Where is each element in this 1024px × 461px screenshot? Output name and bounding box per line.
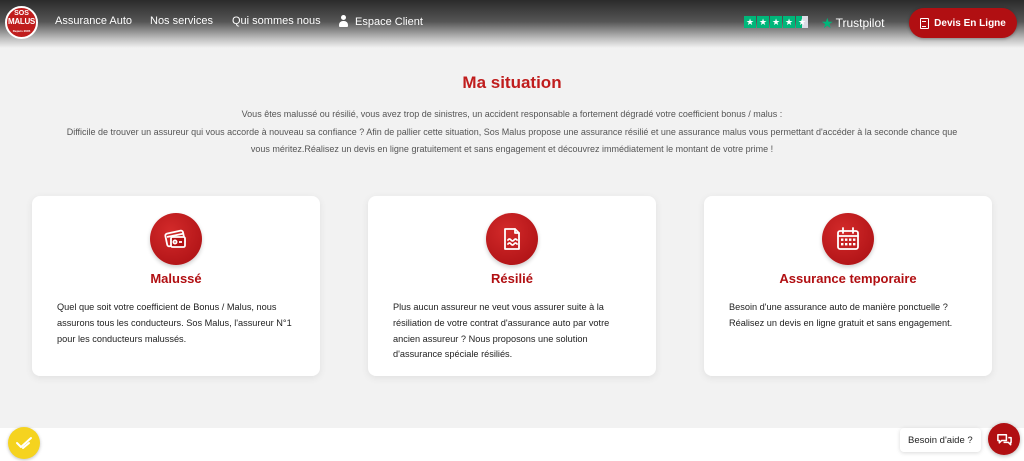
- card-assurance-temporaire[interactable]: Assurance temporaire Besoin d'une assura…: [704, 196, 992, 376]
- chat-icon[interactable]: [988, 423, 1020, 455]
- nav-qui-sommes-nous[interactable]: Qui sommes nous: [232, 15, 321, 27]
- trustpilot-rating-stars[interactable]: ★ ★ ★ ★ ★: [744, 16, 808, 28]
- trustpilot-logo[interactable]: ★ Trustpilot: [821, 16, 884, 30]
- card-malusse[interactable]: Malussé Quel que soit votre coefficient …: [32, 196, 320, 376]
- star-icon: ★: [757, 16, 769, 28]
- star-icon: ★: [744, 16, 756, 28]
- card-assurance-temporaire-title: Assurance temporaire: [779, 271, 917, 286]
- card-resilie[interactable]: Résilié Plus aucun assureur ne veut vous…: [368, 196, 656, 376]
- page-title: Ma situation: [462, 73, 562, 92]
- footer-band: [0, 428, 1024, 461]
- card-resilie-text: Plus aucun assureur ne veut vous assurer…: [393, 302, 610, 360]
- devis-en-ligne-label: Devis En Ligne: [934, 17, 1006, 29]
- nav-assurance-auto[interactable]: Assurance Auto: [55, 15, 132, 27]
- credit-card-icon: [150, 213, 202, 265]
- document-icon: [920, 17, 930, 29]
- nav-nos-services[interactable]: Nos services: [150, 15, 213, 27]
- contract-icon: [486, 213, 538, 265]
- card-resilie-title: Résilié: [491, 271, 533, 286]
- trustpilot-label: Trustpilot: [835, 16, 885, 30]
- sos-malus-logo[interactable]: SOS MALUS Depuis 2005: [5, 6, 38, 39]
- checkmark-badge-icon[interactable]: [8, 427, 40, 459]
- user-icon: [338, 15, 349, 28]
- site-header: SOS MALUS Depuis 2005 Assurance Auto Nos…: [0, 0, 1024, 48]
- card-assurance-temporaire-text: Besoin d'une assurance auto de manière p…: [729, 302, 953, 328]
- intro-line-2: Difficile de trouver un assureur qui vou…: [66, 126, 958, 137]
- logo-line3: Depuis 2005: [12, 29, 31, 33]
- calendar-icon: [822, 213, 874, 265]
- half-star-icon: ★: [796, 16, 808, 28]
- star-icon: ★: [770, 16, 782, 28]
- help-label[interactable]: Besoin d'aide ?: [900, 428, 981, 452]
- card-malusse-text: Quel que soit votre coefficient de Bonus…: [57, 302, 292, 344]
- devis-en-ligne-button[interactable]: Devis En Ligne: [909, 8, 1017, 38]
- intro-line-1: Vous êtes malussé ou résilié, vous avez …: [241, 109, 783, 119]
- intro-text: Vous êtes malussé ou résilié, vous avez …: [20, 106, 1004, 159]
- nav-espace-client-label: Espace Client: [355, 15, 423, 28]
- star-icon: ★: [783, 16, 795, 28]
- trustpilot-star-icon: ★: [821, 15, 834, 31]
- logo-line2: MALUS: [8, 17, 35, 26]
- intro-line-3: vous méritez.Réalisez un devis en ligne …: [250, 144, 774, 154]
- card-malusse-title: Malussé: [150, 271, 202, 286]
- nav-espace-client[interactable]: Espace Client: [338, 15, 423, 28]
